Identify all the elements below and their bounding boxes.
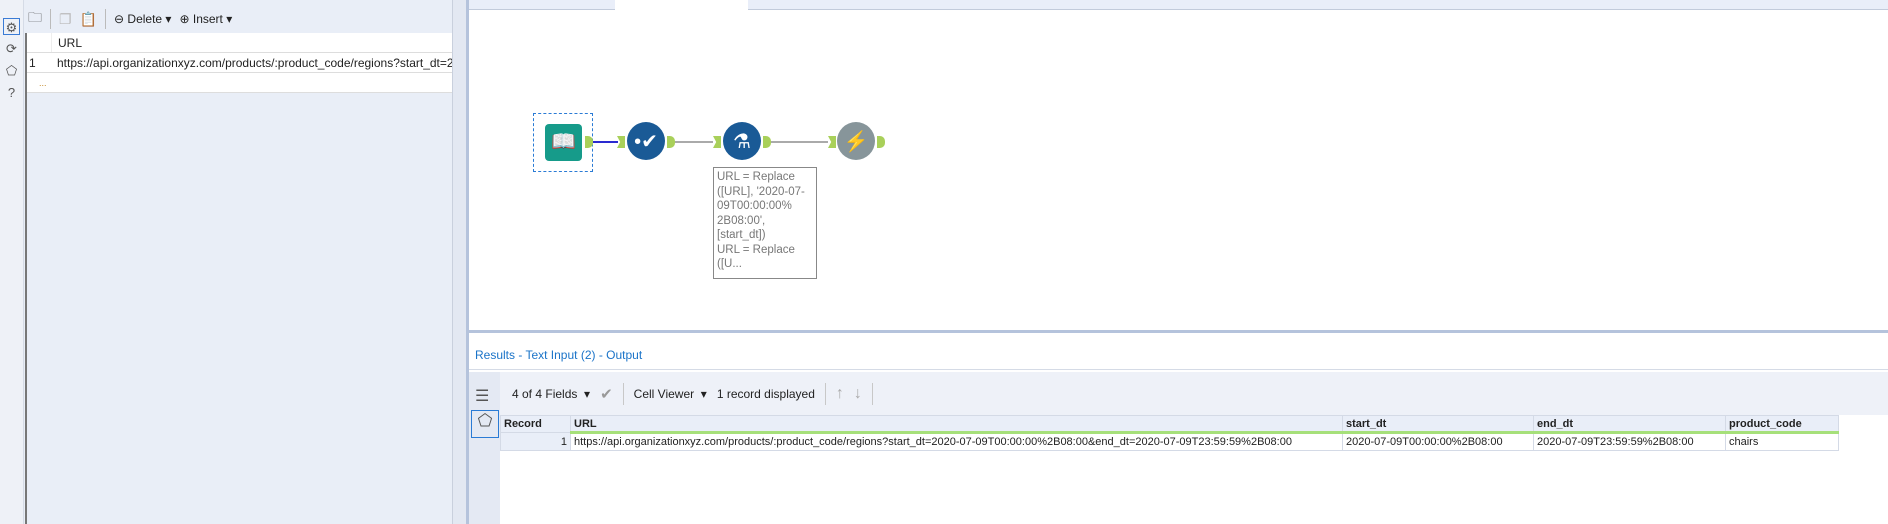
output-anchor[interactable] [763,136,771,148]
connection-line [771,141,828,143]
active-tab[interactable] [615,0,748,11]
connection-icon[interactable]: ⟳ [3,40,20,57]
results-toolbar: 4 of 4 Fields ▾ ✔ Cell Viewer ▾ 1 record… [500,372,1888,415]
config-toolbar: 🗀 ❐ 📋 ⊖ Delete ▾ ⊕ Insert ▾ [24,6,452,32]
copy-icon[interactable]: ❐ [59,11,72,28]
arrow-down-icon[interactable]: ↓ [854,385,862,403]
output-anchor[interactable] [667,136,675,148]
connection-line [675,141,713,143]
select-tool[interactable]: •✔ [627,122,665,160]
formula-annotation: URL = Replace ([URL], '2020-07- 09T00:00… [713,167,817,279]
new-row[interactable]: ... [27,73,452,93]
table-cell[interactable]: chairs [1725,432,1839,451]
dynamic-input-tool[interactable]: ⚡ [837,122,875,160]
list-view-icon[interactable]: ☰ [475,386,489,406]
column-header[interactable]: URL [570,415,1343,434]
lightning-icon: ⚡ [843,130,869,153]
tag-view-icon[interactable]: ⬠ [471,410,499,438]
output-anchor[interactable] [585,136,593,148]
record-count: 1 record displayed [716,386,815,401]
checkmark-icon[interactable]: ✔ [600,385,613,403]
paste-icon[interactable]: 📋 [80,11,97,28]
plus-circle-icon: ⊕ [179,12,190,26]
text-input-tool[interactable]: 📖 [545,124,582,161]
panel-scrollbar[interactable] [452,0,466,524]
column-header[interactable]: start_dt [1342,415,1534,434]
table-cell[interactable]: https://api.organizationxyz.com/products… [570,432,1343,451]
record-cell[interactable]: 1 [500,432,571,451]
folder-icon[interactable]: 🗀 [28,7,42,31]
canvas-tab-bar [469,0,1888,11]
tag-icon[interactable]: ⬠ [3,62,20,79]
table-cell[interactable]: 2020-07-09T00:00:00%2B08:00 [1342,432,1534,451]
arrow-up-icon[interactable]: ↑ [836,385,844,403]
results-title: Results - Text Input (2) - Output [469,340,1888,370]
workflow-canvas[interactable] [466,0,1888,330]
text-input-grid: URL 1 https://api.organizationxyz.com/pro… [25,33,452,524]
table-row: 1 https://api.organizationxyz.com/produc… [500,432,1839,451]
gear-icon[interactable]: ⚙ [3,18,20,35]
results-table: Record URL start_dt end_dt product_code … [500,415,1839,451]
connection-line [593,141,618,143]
flask-icon: ⚗ [733,130,751,153]
table-header: Record URL start_dt end_dt product_code [500,415,1839,434]
column-header[interactable]: end_dt [1533,415,1726,434]
cell-viewer-dropdown[interactable]: Cell Viewer ▾ [634,387,707,401]
output-anchor[interactable] [877,136,885,148]
config-side-strip: ⚙ ⟳ ⬠ ? [0,0,24,524]
insert-button[interactable]: ⊕ Insert ▾ [179,12,232,26]
minus-circle-icon: ⊖ [114,12,125,26]
formula-tool[interactable]: ⚗ [723,122,761,160]
column-header-url[interactable]: URL [51,33,82,52]
column-header[interactable]: Record [500,415,571,433]
fields-dropdown[interactable]: 4 of 4 Fields ▾ [512,387,590,401]
table-cell[interactable]: 2020-07-09T23:59:59%2B08:00 [1533,432,1726,451]
check-icon: •✔ [634,130,658,153]
book-icon: 📖 [551,131,576,153]
column-header[interactable]: product_code [1725,415,1839,434]
help-icon[interactable]: ? [3,84,20,101]
results-side-strip: ☰ ⬠ [469,372,500,524]
delete-button[interactable]: ⊖ Delete ▾ [114,12,171,26]
grid-row[interactable]: 1 https://api.organizationxyz.com/product… [27,53,452,73]
